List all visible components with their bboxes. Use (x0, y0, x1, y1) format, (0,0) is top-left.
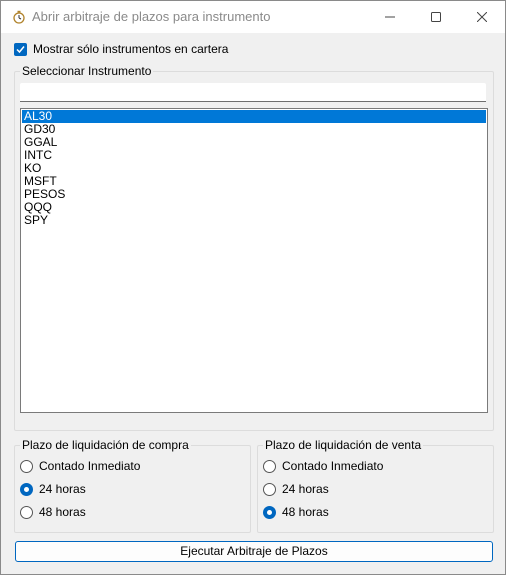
minimize-button[interactable] (367, 1, 413, 33)
sell-option-24h[interactable]: 24 horas (263, 481, 329, 497)
radio-label: 48 horas (282, 505, 329, 519)
list-item[interactable]: GD30 (21, 123, 487, 136)
list-item[interactable]: INTC (21, 149, 487, 162)
list-item[interactable]: PESOS (21, 188, 487, 201)
buy-option-48h[interactable]: 48 horas (20, 504, 86, 520)
minimize-icon (385, 16, 395, 18)
radio-button[interactable] (263, 482, 276, 496)
instrument-group-title: Seleccionar Instrumento (20, 64, 154, 78)
radio-button[interactable] (263, 459, 276, 473)
radio-label: Contado Inmediato (39, 459, 141, 473)
list-item[interactable]: QQQ (21, 201, 487, 214)
close-icon (477, 12, 487, 22)
checkmark-icon (16, 45, 25, 53)
sell-option-immediate[interactable]: Contado Inmediato (263, 458, 383, 474)
sell-option-48h[interactable]: 48 horas (263, 504, 329, 520)
holdings-only-label: Mostrar sólo instrumentos en cartera (33, 42, 229, 56)
radio-label: Contado Inmediato (282, 459, 384, 473)
list-item[interactable]: SPY (21, 214, 487, 227)
list-item[interactable]: MSFT (21, 175, 487, 188)
sell-settlement-title: Plazo de liquidación de venta (263, 438, 424, 452)
list-item[interactable]: GGAL (21, 136, 487, 149)
dialog-window: Abrir arbitraje de plazos para instrumen… (0, 0, 506, 575)
instrument-listbox[interactable]: AL30 GD30 GGAL INTC KO MSFT PESOS QQQ SP… (20, 108, 488, 413)
buy-option-immediate[interactable]: Contado Inmediato (20, 458, 140, 474)
maximize-button[interactable] (413, 1, 459, 33)
window-title: Abrir arbitraje de plazos para instrumen… (32, 9, 271, 24)
execute-arbitrage-button[interactable]: Ejecutar Arbitraje de Plazos (15, 541, 493, 562)
holdings-only-checkbox[interactable] (14, 42, 27, 56)
list-item[interactable]: KO (21, 162, 487, 175)
buy-settlement-title: Plazo de liquidación de compra (20, 438, 191, 452)
radio-button[interactable] (263, 505, 276, 519)
radio-button[interactable] (20, 482, 33, 496)
radio-label: 24 horas (39, 482, 86, 496)
list-item[interactable]: AL30 (22, 110, 486, 123)
maximize-icon (431, 12, 441, 22)
holdings-only-checkbox-row[interactable]: Mostrar sólo instrumentos en cartera (14, 41, 228, 57)
title-bar[interactable]: Abrir arbitraje de plazos para instrumen… (1, 1, 505, 33)
radio-label: 24 horas (282, 482, 329, 496)
close-button[interactable] (459, 1, 505, 33)
stopwatch-icon (12, 10, 26, 24)
radio-button[interactable] (20, 505, 33, 519)
radio-label: 48 horas (39, 505, 86, 519)
buy-option-24h[interactable]: 24 horas (20, 481, 86, 497)
radio-button[interactable] (20, 459, 33, 473)
instrument-search-input[interactable] (20, 83, 486, 102)
